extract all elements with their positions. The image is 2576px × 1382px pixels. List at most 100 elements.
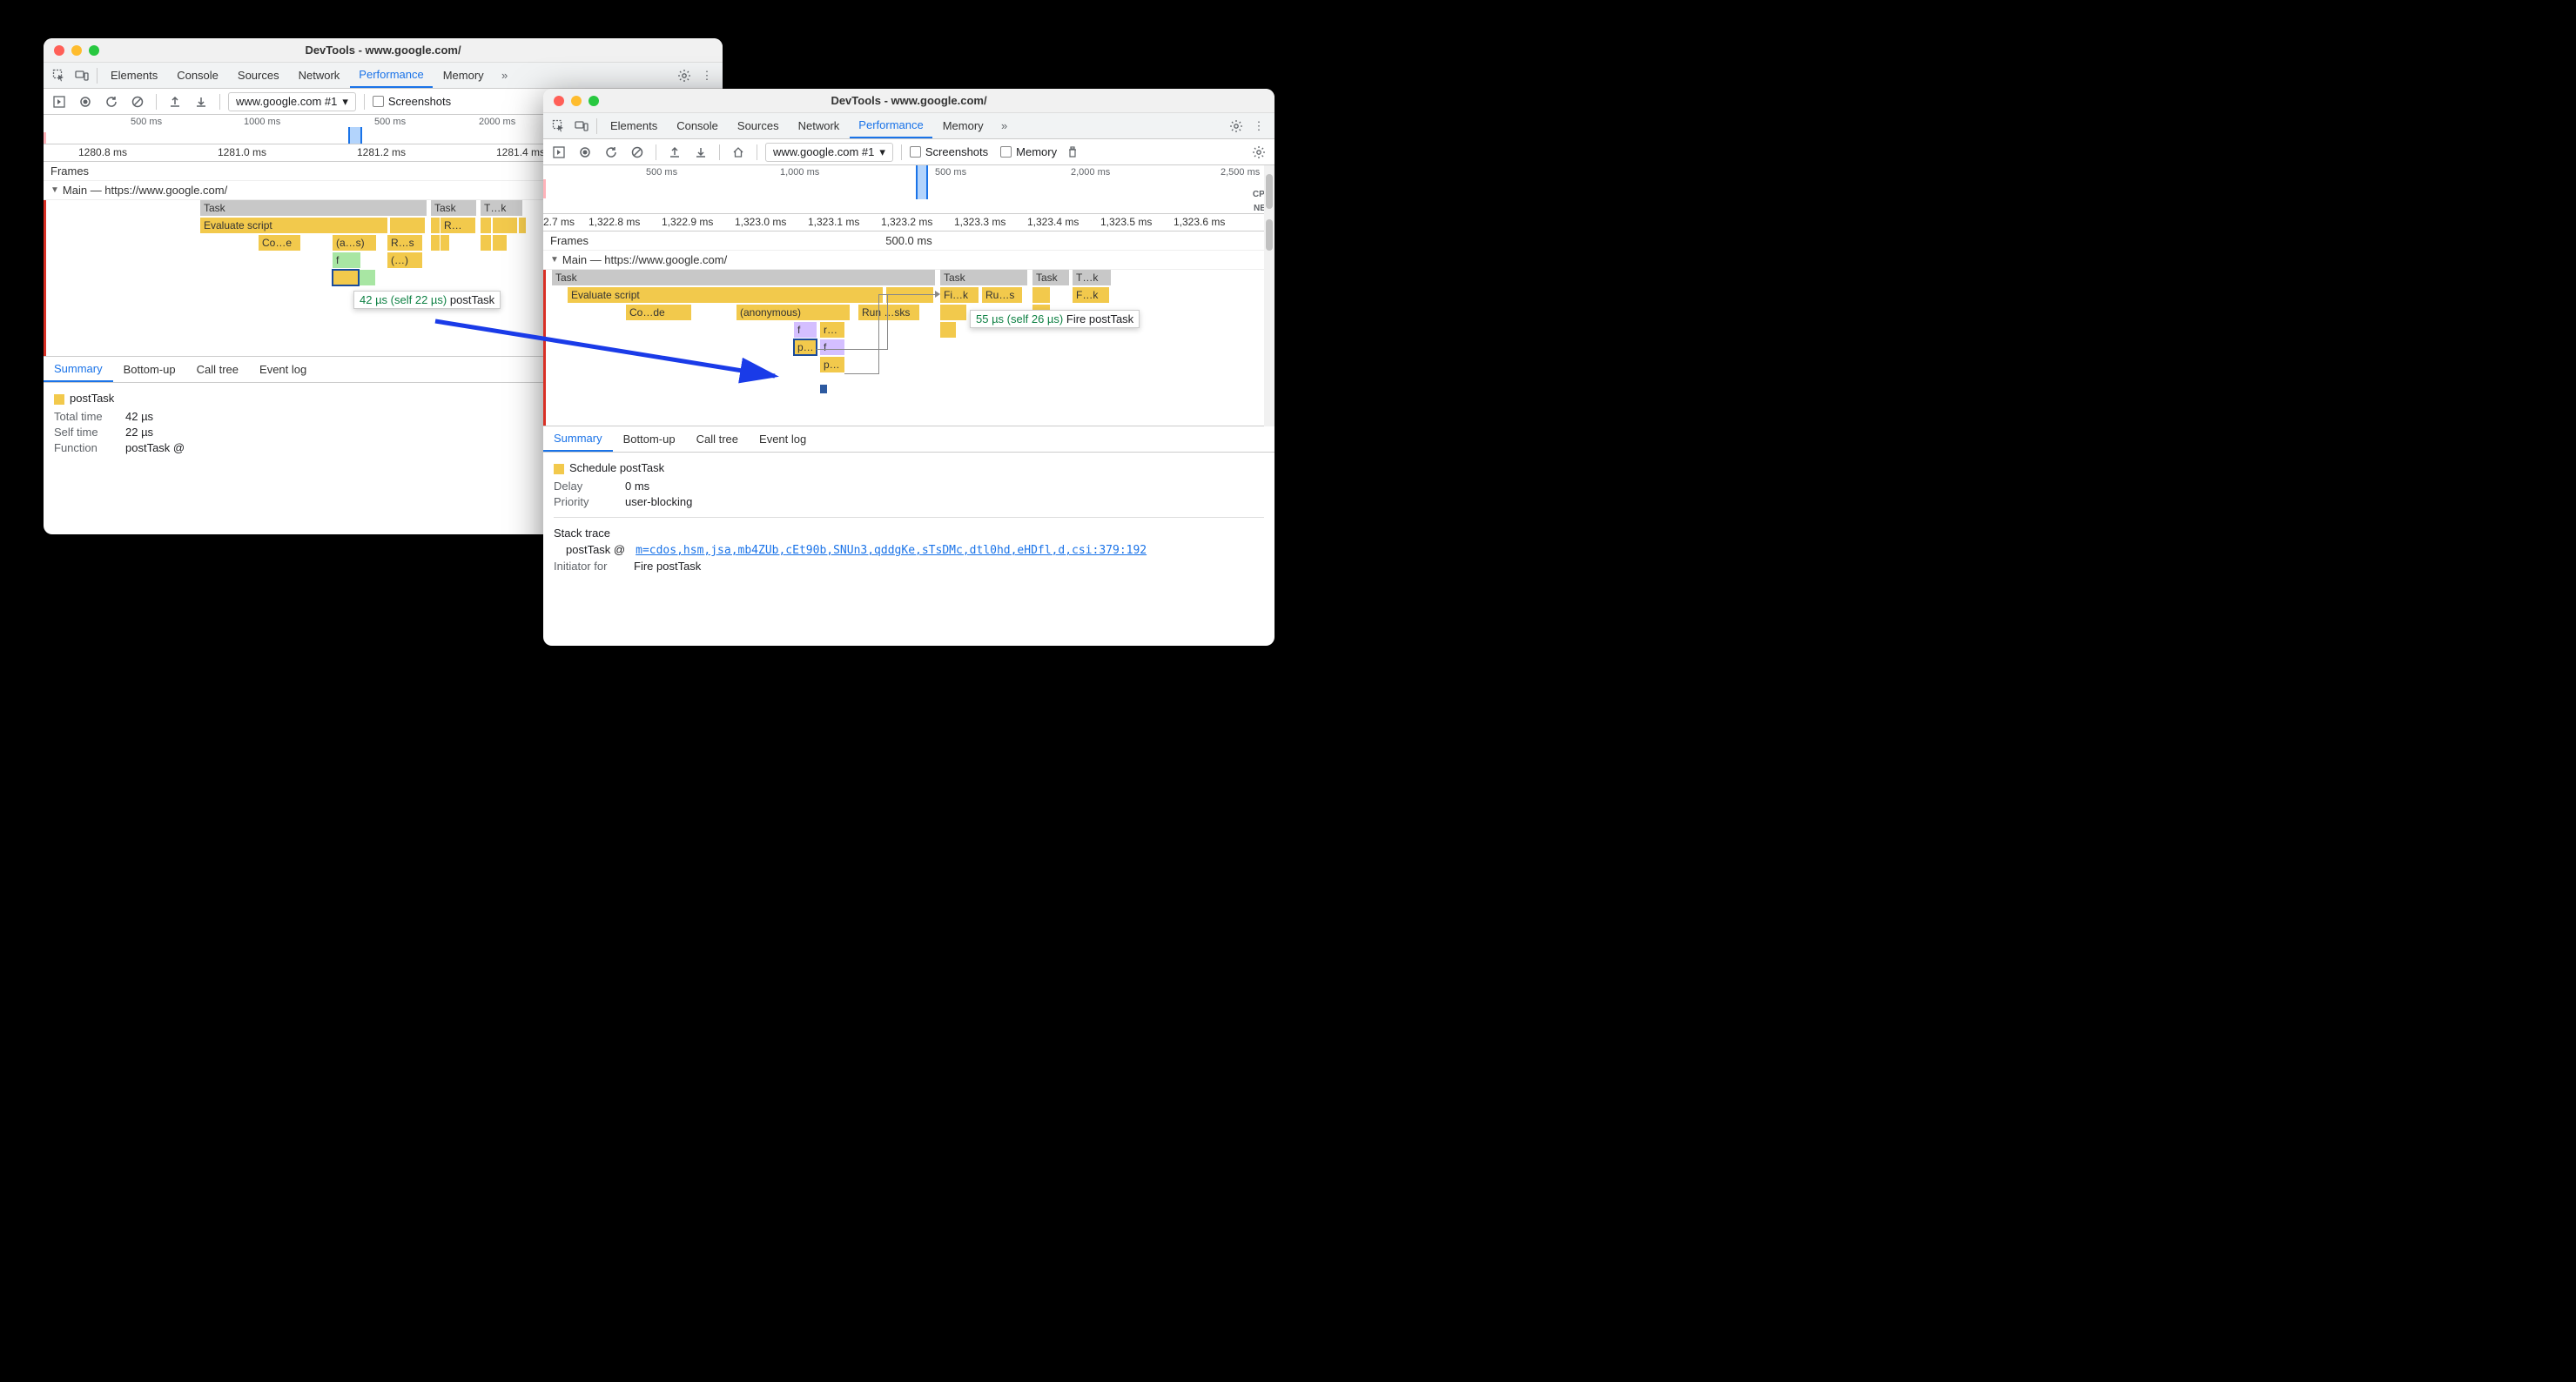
device-icon[interactable] xyxy=(571,116,592,137)
tab-network[interactable]: Network xyxy=(790,113,849,138)
tab-performance[interactable]: Performance xyxy=(350,63,432,88)
flame-bar[interactable]: Co…e xyxy=(259,235,300,251)
home-icon[interactable] xyxy=(728,142,749,163)
frames-track-header[interactable]: Frames 500.0 ms xyxy=(543,231,1275,251)
maximize-icon[interactable] xyxy=(89,45,99,56)
inspect-icon[interactable] xyxy=(548,116,569,137)
main-track-header[interactable]: ▼ Main — https://www.google.com/ xyxy=(543,251,1275,270)
overview-selection[interactable] xyxy=(348,127,362,144)
tab-elements[interactable]: Elements xyxy=(602,113,666,138)
tab-elements[interactable]: Elements xyxy=(102,63,166,88)
flame-schedule-posttask-selected[interactable]: p… xyxy=(794,339,817,355)
close-icon[interactable] xyxy=(554,96,564,106)
gear-icon[interactable] xyxy=(1226,116,1247,137)
overview-timeline[interactable]: 500 ms 1,000 ms 500 ms 2,000 ms 2,500 ms… xyxy=(543,165,1275,214)
flame-bar[interactable]: R… xyxy=(441,218,475,233)
screenshots-checkbox[interactable] xyxy=(373,96,384,107)
flame-bar[interactable]: (…) xyxy=(387,252,422,268)
record-icon[interactable] xyxy=(75,91,96,112)
tab-call-tree[interactable]: Call tree xyxy=(686,426,749,452)
tab-summary[interactable]: Summary xyxy=(543,426,613,452)
record-icon[interactable] xyxy=(575,142,595,163)
download-icon[interactable] xyxy=(690,142,711,163)
flame-bar[interactable]: (anonymous) xyxy=(736,305,850,320)
tab-bottom-up[interactable]: Bottom-up xyxy=(113,357,186,382)
flame-bar[interactable]: R…s xyxy=(387,235,422,251)
flame-bar[interactable] xyxy=(886,287,933,303)
flame-bar[interactable] xyxy=(940,305,966,320)
flame-bar[interactable]: p… xyxy=(820,357,844,372)
tab-memory[interactable]: Memory xyxy=(434,63,493,88)
flame-bar[interactable] xyxy=(1032,287,1050,303)
tab-event-log[interactable]: Event log xyxy=(249,357,317,382)
tab-console[interactable]: Console xyxy=(168,63,227,88)
tab-sources[interactable]: Sources xyxy=(229,63,288,88)
flame-scrollbar[interactable] xyxy=(1264,214,1275,426)
flame-bar[interactable]: f xyxy=(333,252,360,268)
gear-icon[interactable] xyxy=(1248,142,1269,163)
flame-bar[interactable] xyxy=(431,235,440,251)
flame-bar[interactable]: r… xyxy=(820,322,844,338)
flame-bar[interactable]: f xyxy=(820,339,844,355)
flame-bar[interactable] xyxy=(390,218,425,233)
flame-bar[interactable] xyxy=(481,235,491,251)
flame-eval-script[interactable]: Evaluate script xyxy=(568,287,883,303)
tab-network[interactable]: Network xyxy=(290,63,349,88)
reload-icon[interactable] xyxy=(101,91,122,112)
recording-select[interactable]: www.google.com #1 ▾ xyxy=(228,92,356,111)
memory-checkbox[interactable] xyxy=(1000,146,1012,158)
flame-chart[interactable]: Task Task Task T…k Evaluate script Fi…k … xyxy=(543,270,1275,426)
flame-bar[interactable] xyxy=(481,218,491,233)
screenshots-checkbox[interactable] xyxy=(910,146,921,158)
flame-bar[interactable] xyxy=(493,218,517,233)
flame-bar[interactable] xyxy=(441,235,449,251)
device-icon[interactable] xyxy=(71,65,92,86)
tab-sources[interactable]: Sources xyxy=(729,113,788,138)
flame-bar[interactable] xyxy=(940,322,956,338)
more-tabs-icon[interactable]: » xyxy=(494,65,515,86)
flame-task[interactable]: Task xyxy=(940,270,1027,285)
clear-icon[interactable] xyxy=(627,142,648,163)
tab-bottom-up[interactable]: Bottom-up xyxy=(613,426,686,452)
inspect-icon[interactable] xyxy=(49,65,70,86)
flame-bar[interactable] xyxy=(519,218,526,233)
flame-bar[interactable]: f xyxy=(794,322,817,338)
tab-call-tree[interactable]: Call tree xyxy=(186,357,249,382)
tab-summary[interactable]: Summary xyxy=(44,357,113,382)
flame-task[interactable]: Task xyxy=(1032,270,1069,285)
tab-performance[interactable]: Performance xyxy=(850,113,932,138)
upload-icon[interactable] xyxy=(664,142,685,163)
flame-eval-script[interactable]: Evaluate script xyxy=(200,218,387,233)
tab-event-log[interactable]: Event log xyxy=(749,426,817,452)
tab-console[interactable]: Console xyxy=(668,113,727,138)
flame-task[interactable]: Task xyxy=(552,270,935,285)
tab-memory[interactable]: Memory xyxy=(934,113,992,138)
flame-bar[interactable]: F…k xyxy=(1073,287,1109,303)
flame-bar[interactable] xyxy=(431,218,440,233)
time-ruler[interactable]: 2.7 ms 1,322.8 ms 1,322.9 ms 1,323.0 ms … xyxy=(543,214,1275,231)
flame-task[interactable]: T…k xyxy=(1073,270,1111,285)
flame-bar[interactable]: Run …sks xyxy=(858,305,919,320)
toggle-pane-icon[interactable] xyxy=(49,91,70,112)
flame-fire-posttask[interactable]: Fi…k xyxy=(940,287,979,303)
toggle-pane-icon[interactable] xyxy=(548,142,569,163)
flame-bar[interactable]: (a…s) xyxy=(333,235,376,251)
minimize-icon[interactable] xyxy=(71,45,82,56)
gear-icon[interactable] xyxy=(674,65,695,86)
flame-task[interactable]: Task xyxy=(431,200,476,216)
stack-link[interactable]: m=cdos,hsm,jsa,mb4ZUb,cEt90b,SNUn3,qddgK… xyxy=(636,544,1147,557)
flame-bar[interactable]: Co…de xyxy=(626,305,691,320)
flame-task[interactable]: T…k xyxy=(481,200,522,216)
minimize-icon[interactable] xyxy=(571,96,582,106)
recording-select[interactable]: www.google.com #1 ▾ xyxy=(765,143,893,162)
kebab-icon[interactable]: ⋮ xyxy=(1248,116,1269,137)
flame-bar[interactable] xyxy=(820,385,827,393)
overview-selection[interactable] xyxy=(916,165,928,199)
clear-icon[interactable] xyxy=(127,91,148,112)
flame-bar[interactable]: Ru…s xyxy=(982,287,1022,303)
flame-bar[interactable] xyxy=(360,270,375,285)
more-tabs-icon[interactable]: » xyxy=(994,116,1015,137)
close-icon[interactable] xyxy=(54,45,64,56)
flame-bar[interactable] xyxy=(493,235,507,251)
reload-icon[interactable] xyxy=(601,142,622,163)
